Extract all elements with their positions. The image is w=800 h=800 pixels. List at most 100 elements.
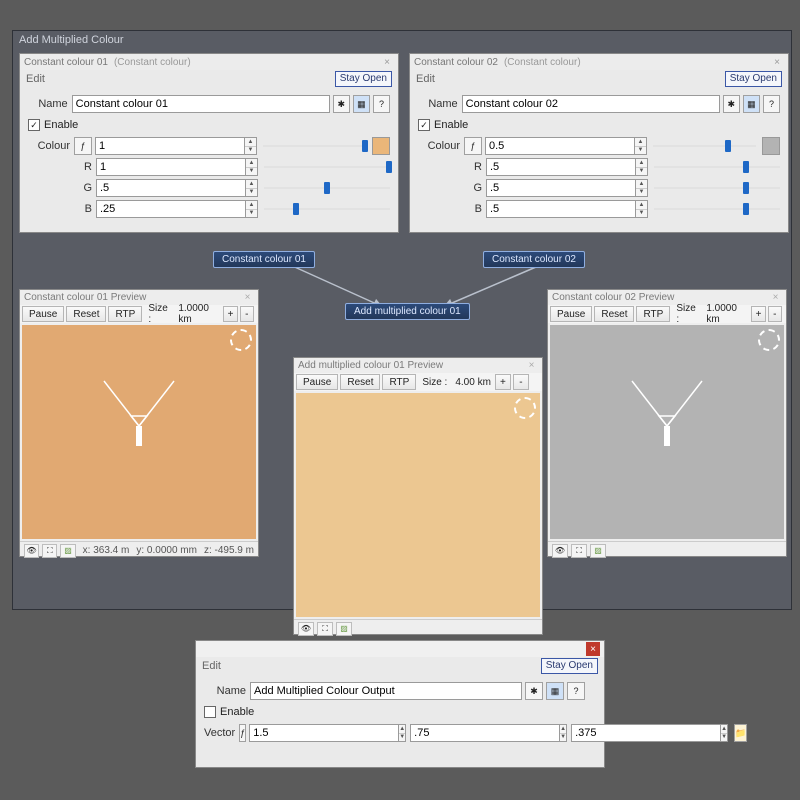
b-slider[interactable]	[654, 202, 780, 216]
r-input[interactable]	[96, 158, 246, 176]
pause-button[interactable]: Pause	[22, 306, 64, 322]
r-slider[interactable]	[654, 160, 780, 174]
plus-button[interactable]: +	[495, 374, 511, 390]
spinner[interactable]: ▲▼	[246, 200, 258, 218]
plus-button[interactable]: +	[223, 306, 237, 322]
close-icon[interactable]: ×	[586, 642, 600, 656]
spinner[interactable]: ▲▼	[721, 724, 728, 742]
close-icon[interactable]: ×	[525, 360, 538, 371]
gear-icon[interactable]: ✱	[525, 682, 543, 700]
eye-icon[interactable]: 👁	[24, 544, 39, 558]
minus-button[interactable]: -	[513, 374, 529, 390]
enable-checkbox[interactable]: ✓	[418, 119, 430, 131]
expand-icon[interactable]: ⛶	[571, 544, 587, 558]
colour-master-slider[interactable]	[263, 139, 366, 153]
help-icon[interactable]: ?	[763, 95, 780, 113]
rtp-button[interactable]: RTP	[636, 306, 670, 322]
colour-master-slider[interactable]	[653, 139, 756, 153]
expand-icon[interactable]: ⛶	[317, 622, 333, 636]
gear-icon[interactable]: ✱	[723, 95, 740, 113]
vector-x-input[interactable]	[249, 724, 399, 742]
enable-checkbox[interactable]	[204, 706, 216, 718]
fx-icon[interactable]: ƒ	[239, 724, 246, 742]
b-input[interactable]	[96, 200, 246, 218]
stay-open-button[interactable]: Stay Open	[725, 71, 782, 87]
spinner[interactable]: ▲▼	[636, 200, 648, 218]
coord-x: x: 363.4 m	[83, 545, 130, 556]
spinner[interactable]: ▲▼	[636, 179, 648, 197]
viewport[interactable]	[22, 325, 256, 539]
spinner[interactable]: ▲▼	[560, 724, 567, 742]
node-add-multiplied-colour[interactable]: Add multiplied colour 01	[345, 303, 470, 320]
main-panel-title: Add Multiplied Colour	[13, 31, 791, 49]
viewport[interactable]	[296, 393, 540, 617]
brush-icon[interactable]: ▨	[336, 622, 352, 636]
close-icon[interactable]: ×	[770, 55, 784, 69]
close-icon[interactable]: ×	[380, 55, 394, 69]
coord-z: z: -495.9 m	[204, 545, 254, 556]
g-input[interactable]	[96, 179, 246, 197]
viewport[interactable]	[550, 325, 784, 539]
doc-icon[interactable]: ▦	[743, 95, 760, 113]
doc-icon[interactable]: ▦	[353, 95, 370, 113]
name-input[interactable]	[250, 682, 522, 700]
colour-master-input[interactable]	[485, 137, 635, 155]
spinner[interactable]: ▲▼	[246, 179, 258, 197]
g-input[interactable]	[486, 179, 636, 197]
vector-y-input[interactable]	[410, 724, 560, 742]
stay-open-button[interactable]: Stay Open	[541, 658, 598, 674]
r-slider[interactable]	[264, 160, 390, 174]
colour-swatch[interactable]	[762, 137, 780, 155]
node-constant-colour-02[interactable]: Constant colour 02	[483, 251, 585, 268]
r-input[interactable]	[486, 158, 636, 176]
name-input[interactable]	[72, 95, 330, 113]
spinner[interactable]: ▲▼	[636, 158, 648, 176]
pause-button[interactable]: Pause	[550, 306, 592, 322]
doc-icon[interactable]: ▦	[546, 682, 564, 700]
close-icon[interactable]: ×	[241, 292, 254, 303]
close-icon[interactable]: ×	[769, 292, 782, 303]
name-input[interactable]	[462, 95, 720, 113]
expand-icon[interactable]: ⛶	[42, 544, 57, 558]
b-slider[interactable]	[264, 202, 390, 216]
gear-icon[interactable]: ✱	[333, 95, 350, 113]
spinner[interactable]: ▲▼	[635, 137, 647, 155]
fx-icon[interactable]: ƒ	[464, 137, 482, 155]
folder-icon[interactable]: 📁	[734, 724, 747, 742]
enable-checkbox[interactable]: ✓	[28, 119, 40, 131]
eye-icon[interactable]: 👁	[552, 544, 568, 558]
minus-button[interactable]: -	[768, 306, 782, 322]
brush-icon[interactable]: ▨	[60, 544, 75, 558]
spinner[interactable]: ▲▼	[245, 137, 257, 155]
pause-button[interactable]: Pause	[296, 374, 338, 390]
minus-button[interactable]: -	[240, 306, 254, 322]
help-icon[interactable]: ?	[567, 682, 585, 700]
coord-y: y: 0.0000 mm	[136, 545, 197, 556]
g-slider[interactable]	[654, 181, 780, 195]
spinner[interactable]: ▲▼	[399, 724, 406, 742]
eye-icon[interactable]: 👁	[298, 622, 314, 636]
fx-icon[interactable]: ƒ	[74, 137, 92, 155]
reset-button[interactable]: Reset	[66, 306, 106, 322]
g-slider[interactable]	[264, 181, 390, 195]
reset-button[interactable]: Reset	[340, 374, 380, 390]
brush-icon[interactable]: ▨	[590, 544, 606, 558]
colour-swatch[interactable]	[372, 137, 390, 155]
colour-label: Colour	[28, 140, 70, 152]
pane-header: Constant colour 01 (Constant colour) ×	[20, 54, 398, 70]
help-icon[interactable]: ?	[373, 95, 390, 113]
vector-z-input[interactable]	[571, 724, 721, 742]
edit-label[interactable]: Edit	[416, 73, 435, 85]
node-constant-colour-01[interactable]: Constant colour 01	[213, 251, 315, 268]
rtp-button[interactable]: RTP	[382, 374, 416, 390]
stay-open-button[interactable]: Stay Open	[335, 71, 392, 87]
name-label: Name	[204, 685, 246, 697]
spinner[interactable]: ▲▼	[246, 158, 258, 176]
edit-label[interactable]: Edit	[26, 73, 45, 85]
plus-button[interactable]: +	[751, 306, 765, 322]
reset-button[interactable]: Reset	[594, 306, 634, 322]
rtp-button[interactable]: RTP	[108, 306, 142, 322]
colour-master-input[interactable]	[95, 137, 245, 155]
b-input[interactable]	[486, 200, 636, 218]
edit-label[interactable]: Edit	[202, 660, 221, 672]
